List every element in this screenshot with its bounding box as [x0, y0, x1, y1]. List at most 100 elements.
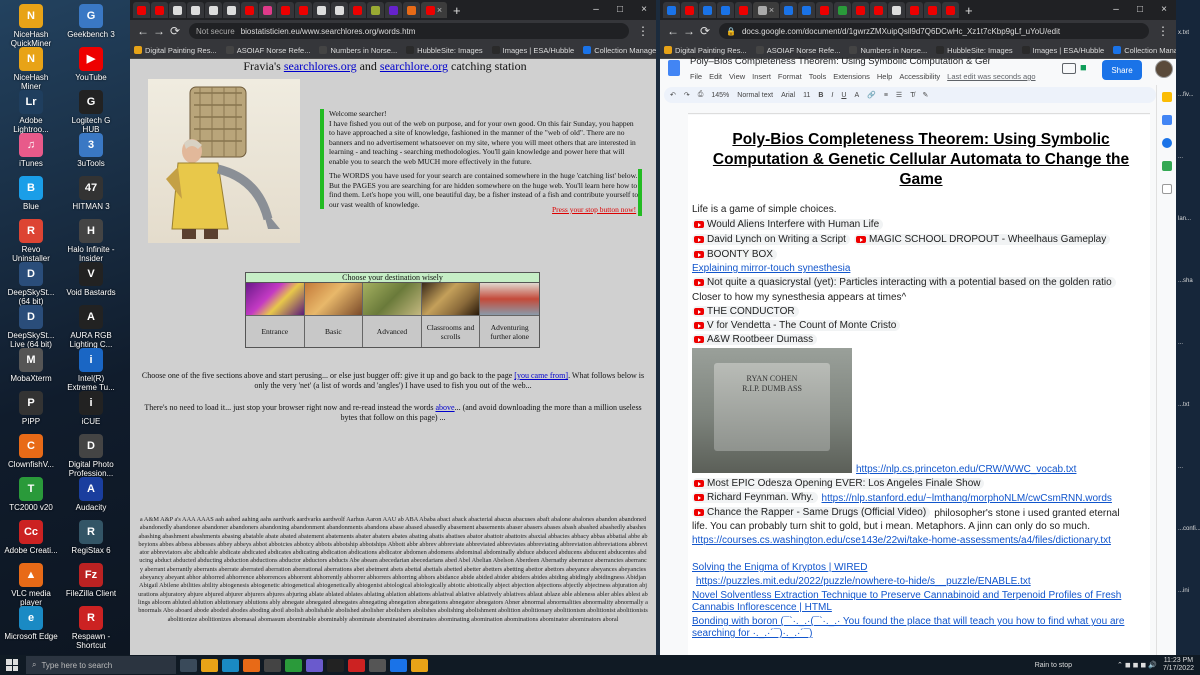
browser-tab[interactable] [349, 2, 366, 18]
strip-file-label[interactable]: ... [1178, 154, 1200, 160]
destination-link[interactable]: Basic [305, 316, 363, 347]
close-icon[interactable]: × [437, 5, 442, 15]
browser-tab[interactable] [888, 2, 905, 18]
desktop-icon[interactable]: Fz FileZilla Client [64, 563, 118, 598]
desktop-icon[interactable]: D Digital Photo Profession... [64, 434, 118, 478]
bookmark-item[interactable]: Numbers in Norse... [319, 46, 397, 55]
destination-cell[interactable]: Basic [305, 316, 364, 347]
bookmark-item[interactable]: Digital Painting Res... [134, 46, 217, 55]
browser-tab[interactable] [367, 2, 384, 18]
desktop-icon[interactable]: ♫ iTunes [4, 133, 58, 168]
youtube-chip[interactable]: V for Vendetta - The Count of Monte Cris… [692, 320, 901, 331]
bookmark-item[interactable]: Collection Manager... [1113, 46, 1176, 55]
destination-cell[interactable]: Adventuring further alone [480, 316, 539, 347]
doc-menu-item[interactable]: Accessibility [899, 72, 940, 81]
browser-tab[interactable] [735, 2, 752, 18]
zoom-select[interactable]: 145% [711, 92, 729, 99]
menu-icon[interactable]: ⋮ [1155, 24, 1171, 38]
bookmark-item[interactable]: ASOIAF Norse Refe... [755, 46, 840, 55]
browser-tab[interactable] [699, 2, 716, 18]
edge-icon[interactable] [222, 658, 239, 672]
above-link[interactable]: above [435, 403, 454, 412]
print-icon[interactable]: ⎙ [698, 91, 704, 99]
doc-link[interactable]: https://nlp.stanford.edu/~lmthang/morpho… [822, 493, 1112, 504]
chrome-icon[interactable] [285, 658, 302, 672]
desktop-icon[interactable]: A AURA RGB Lighting C... [64, 305, 118, 349]
destination-link[interactable]: Adventuring further alone [480, 316, 539, 347]
desktop-icon[interactable]: P PIPP [4, 391, 58, 426]
browser-tab[interactable] [942, 2, 959, 18]
link-icon[interactable]: 🔗 [867, 91, 876, 99]
keep-icon[interactable] [1161, 92, 1172, 102]
mail-icon[interactable] [264, 658, 281, 672]
browser-tab[interactable] [870, 2, 887, 18]
browser-tab[interactable] [834, 2, 851, 18]
browser-tab[interactable] [385, 2, 402, 18]
browser-tab[interactable] [259, 2, 276, 18]
start-icon[interactable] [6, 659, 18, 671]
app-icon[interactable] [348, 658, 365, 672]
share-button[interactable]: Share [1102, 60, 1142, 80]
list-icon[interactable]: ☰ [896, 91, 902, 99]
forward-icon[interactable]: → [681, 24, 697, 38]
firefox-icon[interactable] [243, 658, 260, 672]
browser-tab[interactable] [798, 2, 815, 18]
desktop-icon[interactable]: i iCUE [64, 391, 118, 426]
clock[interactable]: 11:23 PM 7/17/2022 [1163, 657, 1194, 673]
desktop-icon[interactable]: M MobaXterm [4, 348, 58, 383]
adventuring-image[interactable] [480, 283, 539, 316]
youtube-chip[interactable]: David Lynch on Writing a Script [692, 234, 850, 245]
strip-file-label[interactable]: lan... [1178, 216, 1200, 222]
doc-menu-item[interactable]: Help [877, 72, 892, 81]
desktop-icon[interactable]: H Halo Infinite - Insider [64, 219, 118, 263]
weather-text[interactable]: Rain to stop [1035, 662, 1072, 669]
strip-file-label[interactable]: ...sha [1178, 278, 1200, 284]
tray-icons[interactable]: ⌃ ◼ ◼ ◼ 🔊 [1117, 661, 1157, 669]
doc-menu-item[interactable]: File [690, 72, 702, 81]
bookmark-item[interactable]: Numbers in Norse... [849, 46, 927, 55]
new-tab-icon[interactable]: + [965, 3, 973, 18]
desktop-icon[interactable]: C ClownfishV... [4, 434, 58, 469]
browser-tab[interactable] [241, 2, 258, 18]
youtube-chip[interactable]: MAGIC SCHOOL DROPOUT - Wheelhaus Gamepla… [853, 234, 1111, 245]
bold-button[interactable]: B [818, 92, 823, 99]
strip-file-label[interactable]: x.txt [1178, 30, 1200, 36]
browser-tab[interactable] [906, 2, 923, 18]
browser-tab[interactable] [169, 2, 186, 18]
youtube-chip[interactable]: Most EPIC Odesza Opening EVER: Los Angel… [692, 478, 985, 489]
clear-format-icon[interactable]: T̸ [910, 92, 914, 99]
strip-file-label[interactable]: ...confi... [1178, 526, 1200, 532]
browser-tab[interactable] [133, 2, 150, 18]
desktop-icon[interactable]: R RegiStax 6 [64, 520, 118, 555]
strip-file-label[interactable]: ...ini [1178, 588, 1200, 594]
browser-tab[interactable] [313, 2, 330, 18]
bookmark-item[interactable]: Images | ESA/Hubble [491, 46, 574, 55]
font-select[interactable]: Arial [781, 92, 795, 99]
destination-link[interactable]: Entrance [246, 316, 304, 347]
doc-link[interactable]: https://puzzles.mit.edu/2022/puzzle/nowh… [696, 576, 1031, 587]
doc-menu-item[interactable]: Format [778, 72, 802, 81]
searchlores-link[interactable]: searchlores.org [284, 59, 357, 73]
explorer-icon[interactable] [201, 658, 218, 672]
back-icon[interactable]: ← [665, 24, 681, 38]
style-select[interactable]: Normal text [737, 92, 773, 99]
desktop-icon[interactable]: R Respawn - Shortcut [64, 606, 118, 650]
browser-tab[interactable] [852, 2, 869, 18]
tombstone-image[interactable]: RYAN COHEN R.I.P. DUMB ASS [692, 348, 852, 473]
undo-icon[interactable]: ↶ [670, 91, 676, 99]
align-icon[interactable]: ≡ [884, 92, 888, 99]
browser-tab[interactable] [151, 2, 168, 18]
desktop-icon[interactable]: D DeepSkySt... (64 bit) [4, 262, 58, 306]
doc-link[interactable]: https://courses.cs.washington.edu/cse143… [692, 535, 1144, 547]
maximize-icon[interactable]: □ [608, 0, 632, 20]
edit-mode-icon[interactable]: ✎ [922, 91, 928, 99]
doc-menu-item[interactable]: Tools [809, 72, 827, 81]
classrooms-image[interactable] [421, 283, 481, 316]
extensions-icon[interactable]: ⋮ [635, 24, 651, 38]
minimize-icon[interactable]: – [1104, 0, 1128, 20]
desktop-icon[interactable]: G Logitech G HUB [64, 90, 118, 134]
browser-tab[interactable]: × [753, 2, 779, 18]
underline-button[interactable]: U [841, 92, 846, 99]
avatar[interactable] [1155, 60, 1173, 78]
browser-tab[interactable] [277, 2, 294, 18]
